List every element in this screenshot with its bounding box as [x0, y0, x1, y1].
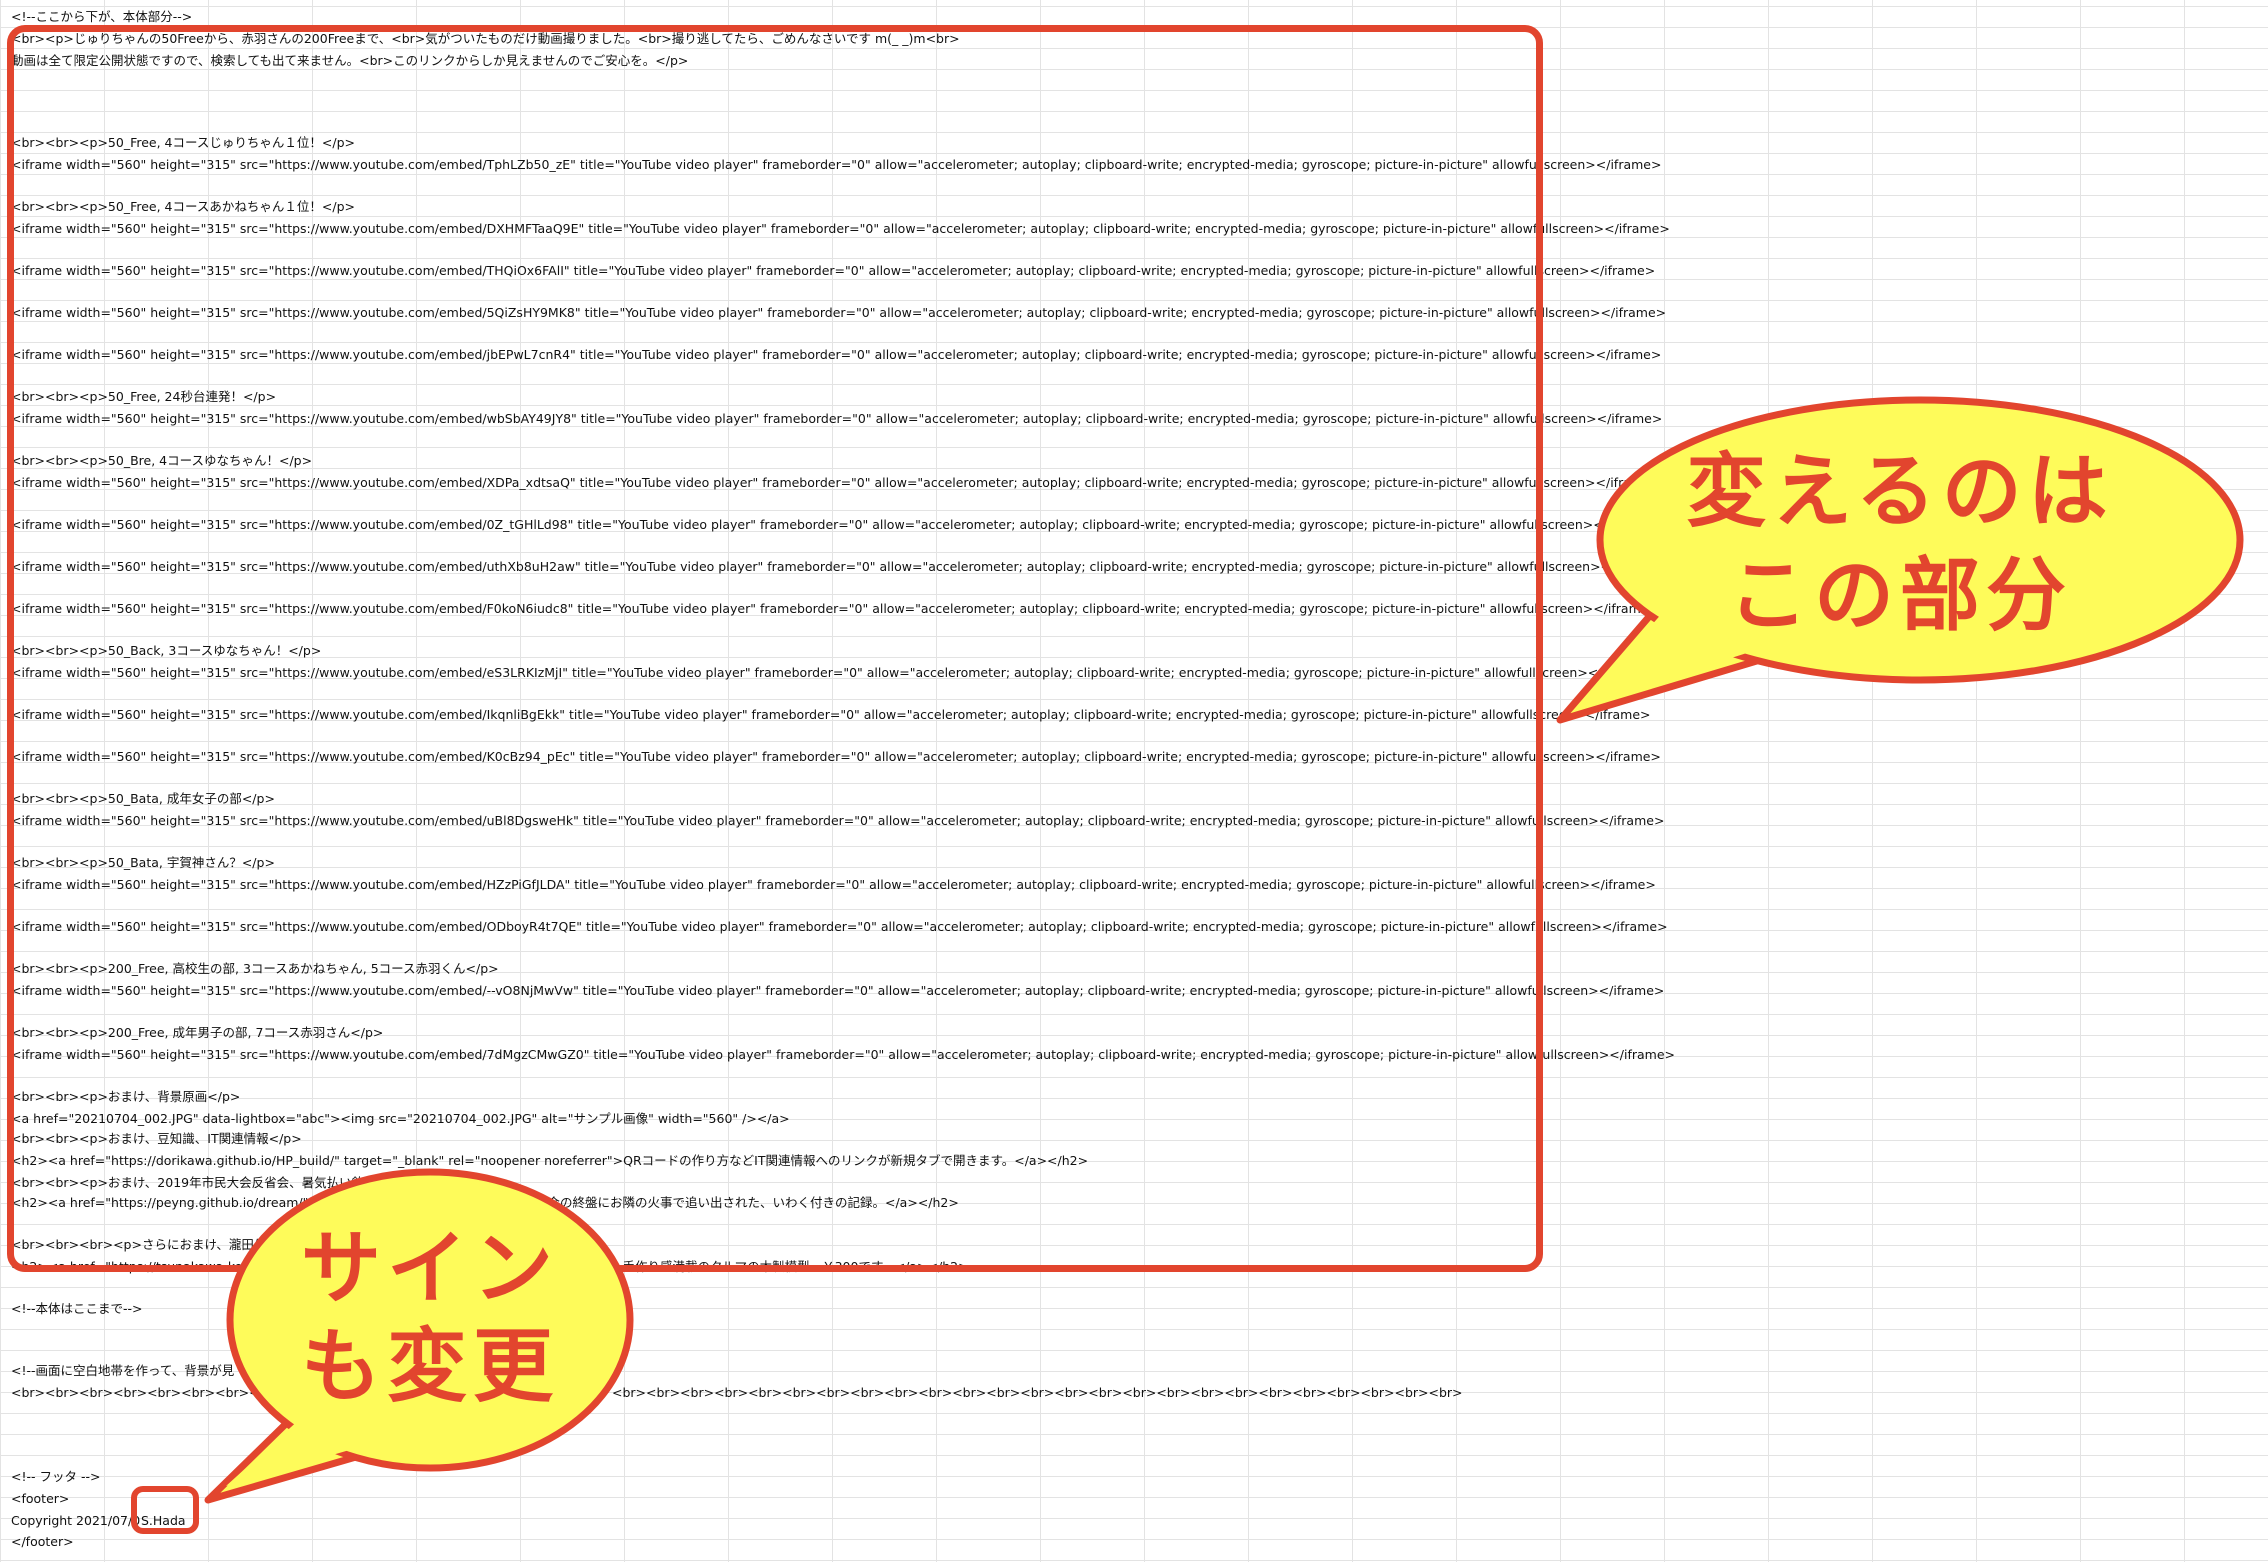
- cell-text-r25[interactable]: <iframe width="560" height="315" src="ht…: [11, 875, 1656, 895]
- cell-text-r2[interactable]: <br><p>じゅりちゃんの50Freeから、赤羽さんの200Freeまで、<b…: [11, 29, 960, 49]
- cell-text-r21[interactable]: <iframe width="560" height="315" src="ht…: [11, 747, 1661, 767]
- cell-text-r28[interactable]: <iframe width="560" height="315" src="ht…: [11, 981, 1664, 1001]
- cell-text-r16[interactable]: <iframe width="560" height="315" src="ht…: [11, 557, 1666, 577]
- cell-text-r24[interactable]: <br><br><p>50_Bata, 宇賀神さん？</p>: [11, 853, 275, 873]
- cell-text-r39[interactable]: <!--本体はここまで-->: [11, 1299, 143, 1319]
- cell-text-r33[interactable]: <br><br><p>おまけ、豆知識、IT関連情報</p>: [11, 1129, 302, 1149]
- cell-text-r20[interactable]: <iframe width="560" height="315" src="ht…: [11, 705, 1651, 725]
- cell-text-r8[interactable]: <iframe width="560" height="315" src="ht…: [11, 261, 1655, 281]
- cell-text-r31[interactable]: <br><br><p>おまけ、背景原画</p>: [11, 1087, 240, 1107]
- callout-main-text: 変えるのは この部分: [1640, 440, 2160, 648]
- cell-text-r7[interactable]: <iframe width="560" height="315" src="ht…: [11, 219, 1670, 239]
- cell-text-r19[interactable]: <iframe width="560" height="315" src="ht…: [11, 663, 1654, 683]
- cell-text-r11[interactable]: <br><br><p>50_Free, 24秒台連発！</p>: [11, 387, 276, 407]
- cell-text-r38b[interactable]: >手作り感満載のクルマの木製模型、￥300です。</a></h2>: [612, 1257, 969, 1277]
- cell-text-r10[interactable]: <iframe width="560" height="315" src="ht…: [11, 345, 1661, 365]
- cell-text-r41b[interactable]: <br><br><br><br><br><br><br><br><br><br>…: [612, 1383, 1463, 1403]
- cell-text-r3[interactable]: 動画は全て限定公開状態ですので、検索しても出て来ません。<br>このリンクからし…: [11, 51, 688, 71]
- cell-text-r15[interactable]: <iframe width="560" height="315" src="ht…: [11, 515, 1659, 535]
- cell-text-r5[interactable]: <iframe width="560" height="315" src="ht…: [11, 155, 1661, 175]
- cell-text-r12[interactable]: <iframe width="560" height="315" src="ht…: [11, 409, 1662, 429]
- cell-text-r4[interactable]: <br><br><p>50_Free, 4コースじゅりちゃん１位！</p>: [11, 133, 355, 153]
- cell-text-r32[interactable]: <a href="20210704_002.JPG" data-lightbox…: [11, 1109, 790, 1129]
- cell-text-r44[interactable]: Copyright 2021/07/0: [11, 1511, 140, 1531]
- callout-signature-text: サイン も変更: [260, 1220, 600, 1416]
- callout-main-line1: 変えるのは: [1686, 445, 2114, 538]
- cell-text-r45[interactable]: </footer>: [11, 1532, 74, 1552]
- cell-text-r17[interactable]: <iframe width="560" height="315" src="ht…: [11, 599, 1659, 619]
- cell-text-r14[interactable]: <iframe width="560" height="315" src="ht…: [11, 473, 1661, 493]
- callout-main-line2: この部分: [1728, 549, 2072, 642]
- cell-text-r9[interactable]: <iframe width="560" height="315" src="ht…: [11, 303, 1666, 323]
- cell-text-r18[interactable]: <br><br><p>50_Back, 3コースゆなちゃん！</p>: [11, 641, 321, 661]
- callout-signature-line2: も変更: [301, 1320, 559, 1413]
- cell-text-r23[interactable]: <iframe width="560" height="315" src="ht…: [11, 811, 1664, 831]
- cell-text-r1[interactable]: <!--ここから下が、本体部分-->: [11, 7, 192, 27]
- cell-text-r6[interactable]: <br><br><p>50_Free, 4コースあかねちゃん１位！</p>: [11, 197, 355, 217]
- cell-text-r22[interactable]: <br><br><p>50_Bata, 成年女子の部</p>: [11, 789, 275, 809]
- cell-text-r26[interactable]: <iframe width="560" height="315" src="ht…: [11, 917, 1668, 937]
- cell-text-r30[interactable]: <iframe width="560" height="315" src="ht…: [11, 1045, 1675, 1065]
- cell-text-r13[interactable]: <br><br><p>50_Bre, 4コースゆなちゃん！</p>: [11, 451, 312, 471]
- cell-text-r27[interactable]: <br><br><p>200_Free, 高校生の部, 3コースあかねちゃん, …: [11, 959, 499, 979]
- cell-text-r29[interactable]: <br><br><p>200_Free, 成年男子の部, 7コース赤羽さん</p…: [11, 1023, 383, 1043]
- callout-signature-line1: サイン: [301, 1222, 559, 1315]
- cell-text-r43[interactable]: <footer>: [11, 1489, 69, 1509]
- cell-text-r42[interactable]: <!-- フッタ -->: [11, 1467, 100, 1487]
- cell-text-r44b[interactable]: S.Hada: [141, 1511, 186, 1531]
